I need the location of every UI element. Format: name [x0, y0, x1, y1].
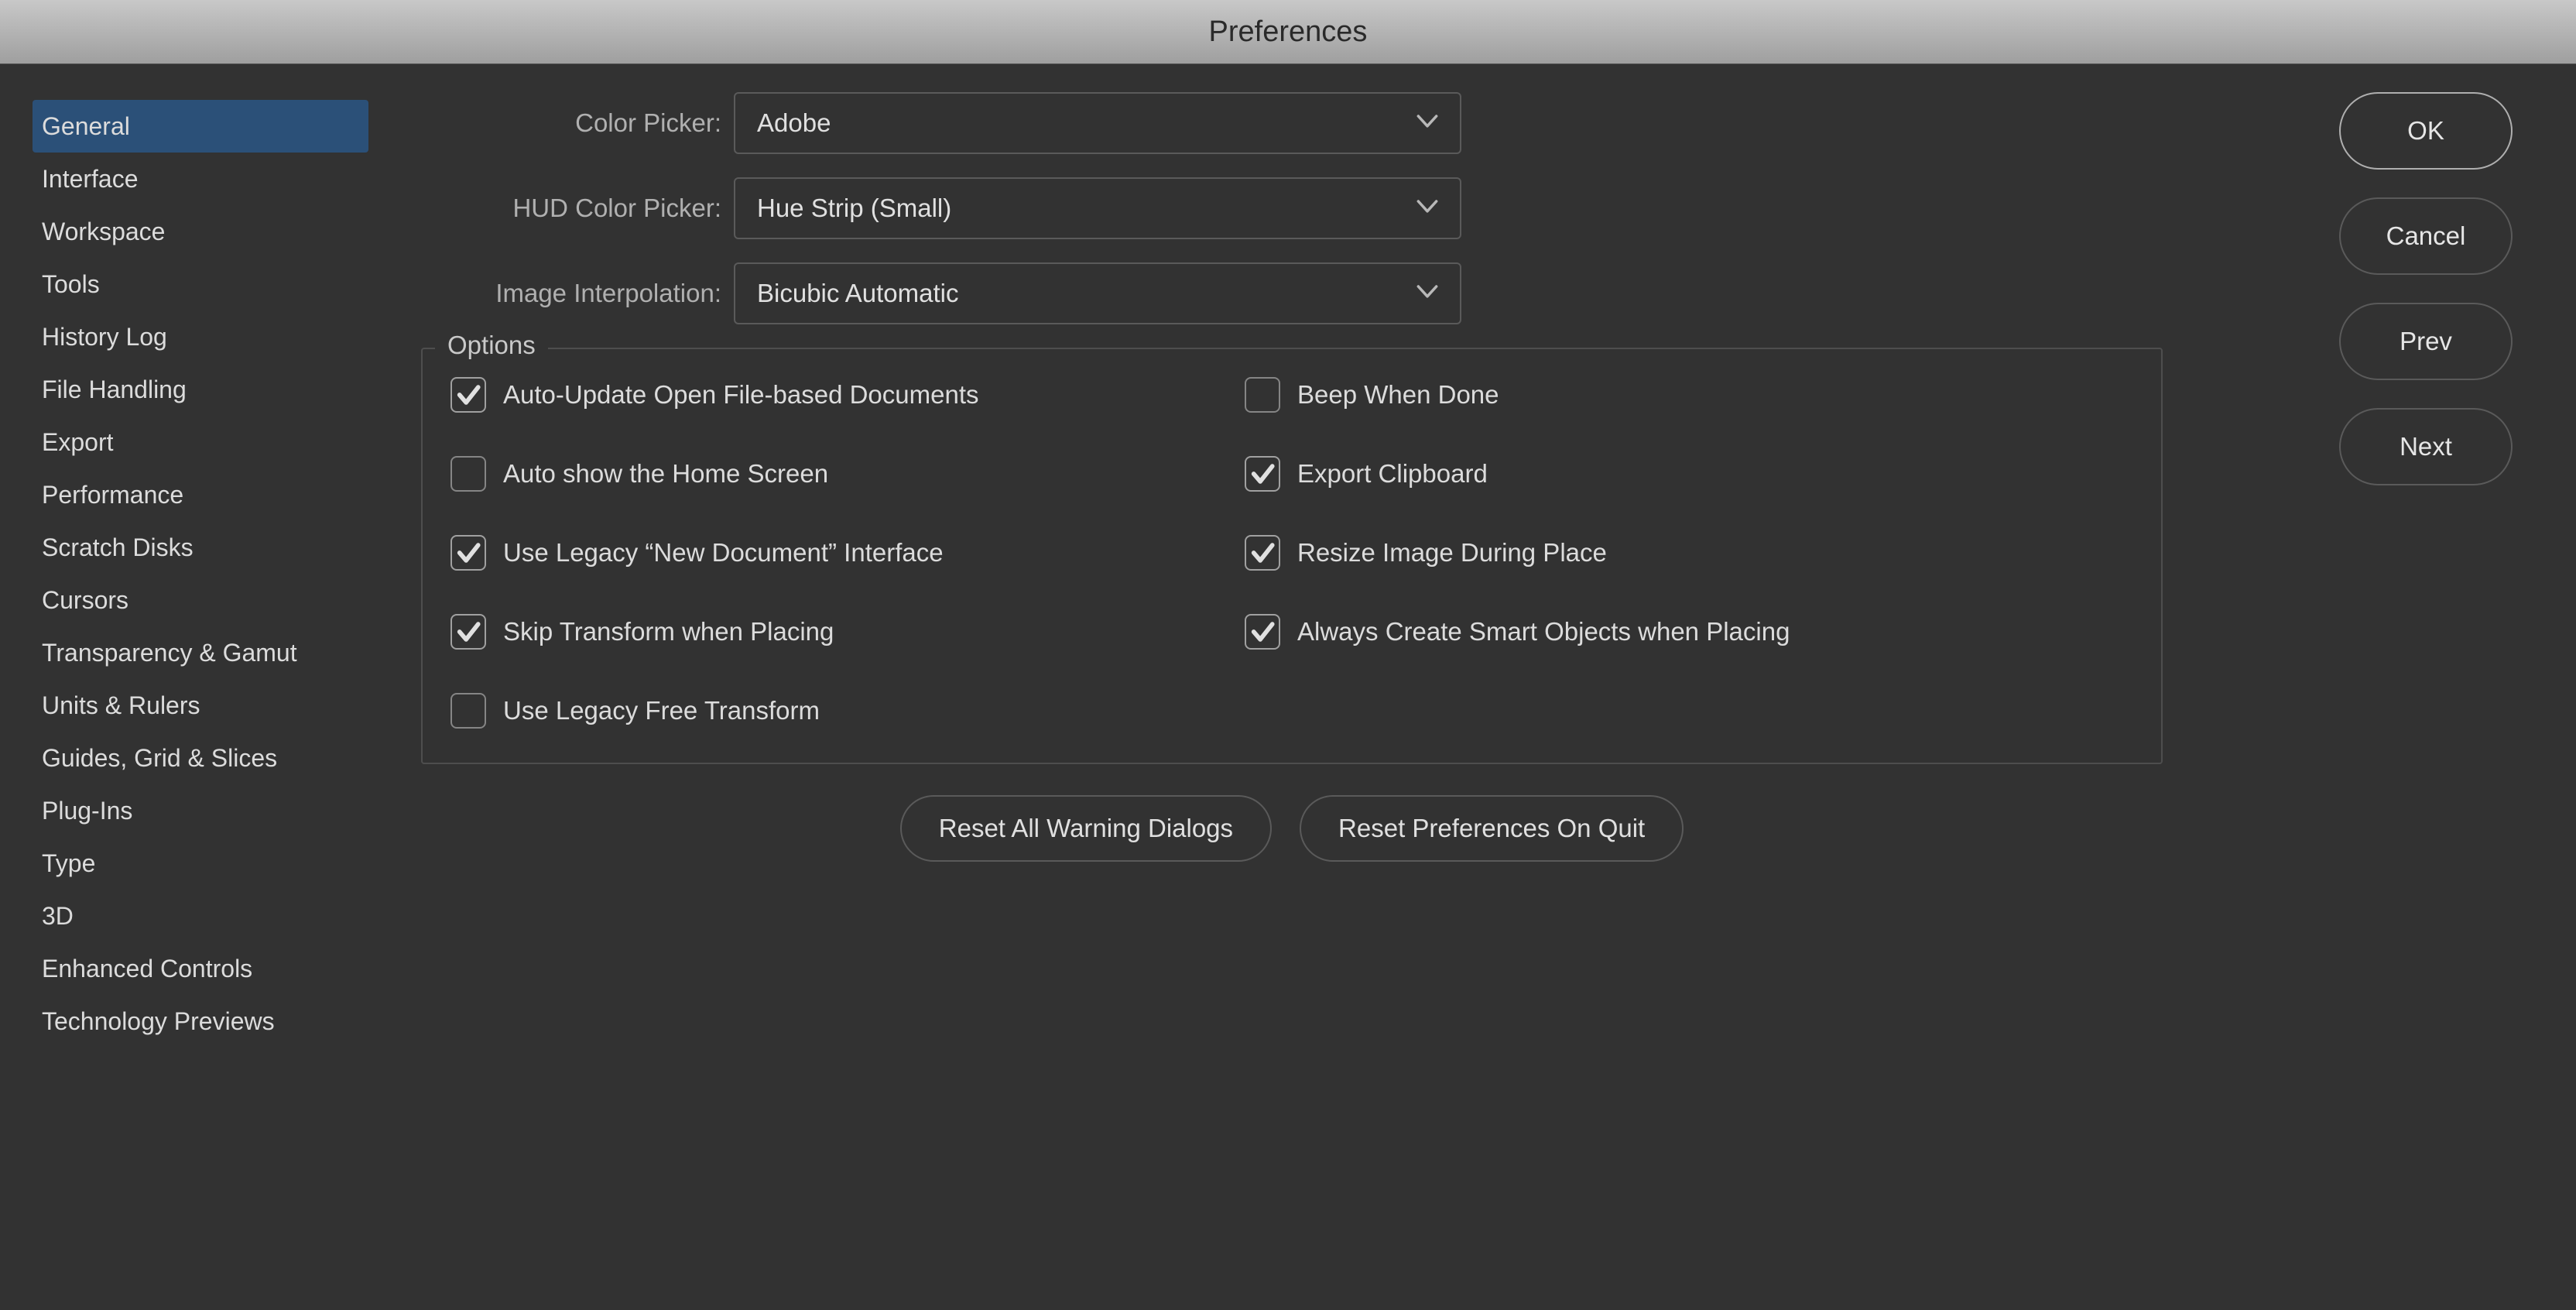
- window-title: Preferences: [0, 0, 2576, 64]
- chevron-down-icon: [1416, 114, 1438, 133]
- hud-color-picker-select[interactable]: Hue Strip (Small): [734, 177, 1461, 239]
- form-label: Image Interpolation:: [373, 279, 734, 308]
- always-create-smart-objects-checkbox[interactable]: Always Create Smart Objects when Placing: [1245, 614, 2133, 650]
- sidebar-item-performance[interactable]: Performance: [33, 468, 368, 521]
- sidebar-item-units-rulers[interactable]: Units & Rulers: [33, 679, 368, 732]
- sidebar-item-plug-ins[interactable]: Plug-Ins: [33, 784, 368, 837]
- checkbox-box: [450, 535, 486, 571]
- checkbox-label: Always Create Smart Objects when Placing: [1297, 617, 1790, 646]
- checkbox-box: [450, 614, 486, 650]
- preferences-sidebar: GeneralInterfaceWorkspaceToolsHistory Lo…: [0, 64, 373, 1310]
- options-legend: Options: [435, 331, 548, 360]
- checkbox-label: Use Legacy Free Transform: [503, 696, 820, 725]
- form-label: HUD Color Picker:: [373, 194, 734, 223]
- preferences-main: Color Picker: Adobe HUD Color Picker: Hue S…: [373, 64, 2297, 1310]
- sidebar-item-cursors[interactable]: Cursors: [33, 574, 368, 626]
- sidebar-item-enhanced-controls[interactable]: Enhanced Controls: [33, 942, 368, 995]
- select-value: Bicubic Automatic: [757, 279, 1416, 308]
- export-clipboard-checkbox[interactable]: Export Clipboard: [1245, 456, 2133, 492]
- checkbox-box: [1245, 456, 1280, 492]
- select-value: Hue Strip (Small): [757, 194, 1416, 223]
- action-buttons-column: OK Cancel Prev Next: [2339, 92, 2513, 485]
- image-interpolation-select[interactable]: Bicubic Automatic: [734, 262, 1461, 324]
- checkbox-box: [1245, 377, 1280, 413]
- ok-button[interactable]: OK: [2339, 92, 2513, 170]
- reset-buttons-row: Reset All Warning Dialogs Reset Preferen…: [421, 795, 2163, 862]
- prev-button[interactable]: Prev: [2339, 303, 2513, 380]
- next-button[interactable]: Next: [2339, 408, 2513, 485]
- form-row: Color Picker: Adobe: [373, 92, 2297, 154]
- checkbox-box: [1245, 535, 1280, 571]
- sidebar-item-export[interactable]: Export: [33, 416, 368, 468]
- options-column-right: Beep When Done Export Clipboard Resize Ima…: [1245, 377, 2133, 744]
- chevron-down-icon: [1416, 199, 1438, 218]
- checkbox-box: [450, 693, 486, 729]
- sidebar-item-interface[interactable]: Interface: [33, 153, 368, 205]
- checkbox-label: Resize Image During Place: [1297, 538, 1607, 568]
- preferences-content: GeneralInterfaceWorkspaceToolsHistory Lo…: [0, 64, 2576, 1310]
- form-row: Image Interpolation: Bicubic Automatic: [373, 262, 2297, 324]
- sidebar-item-guides-grid-slices[interactable]: Guides, Grid & Slices: [33, 732, 368, 784]
- beep-when-done-checkbox[interactable]: Beep When Done: [1245, 377, 2133, 413]
- resize-image-during-place-checkbox[interactable]: Resize Image During Place: [1245, 535, 2133, 571]
- legacy-new-document-checkbox[interactable]: Use Legacy “New Document” Interface: [450, 535, 1245, 571]
- sidebar-item-general[interactable]: General: [33, 100, 368, 153]
- sidebar-item-history-log[interactable]: History Log: [33, 310, 368, 363]
- sidebar-item-workspace[interactable]: Workspace: [33, 205, 368, 258]
- checkbox-box: [1245, 614, 1280, 650]
- sidebar-item-type[interactable]: Type: [33, 837, 368, 890]
- sidebar-item-transparency-gamut[interactable]: Transparency & Gamut: [33, 626, 368, 679]
- sidebar-item-tools[interactable]: Tools: [33, 258, 368, 310]
- reset-all-warning-dialogs-button[interactable]: Reset All Warning Dialogs: [900, 795, 1272, 862]
- sidebar-item-3d[interactable]: 3D: [33, 890, 368, 942]
- sidebar-item-scratch-disks[interactable]: Scratch Disks: [33, 521, 368, 574]
- checkbox-label: Beep When Done: [1297, 380, 1499, 410]
- form-label: Color Picker:: [373, 108, 734, 138]
- skip-transform-placing-checkbox[interactable]: Skip Transform when Placing: [450, 614, 1245, 650]
- options-column-left: Auto-Update Open File-based Documents Aut…: [450, 377, 1245, 744]
- legacy-free-transform-checkbox[interactable]: Use Legacy Free Transform: [450, 693, 1245, 729]
- checkbox-label: Use Legacy “New Document” Interface: [503, 538, 944, 568]
- sidebar-item-file-handling[interactable]: File Handling: [33, 363, 368, 416]
- checkbox-label: Auto-Update Open File-based Documents: [503, 380, 979, 410]
- options-fieldset: Options Auto-Update Open File-based Docu…: [421, 348, 2163, 764]
- checkbox-label: Skip Transform when Placing: [503, 617, 834, 646]
- checkbox-box: [450, 377, 486, 413]
- form-row: HUD Color Picker: Hue Strip (Small): [373, 177, 2297, 239]
- checkbox-label: Export Clipboard: [1297, 459, 1488, 489]
- color-picker-select[interactable]: Adobe: [734, 92, 1461, 154]
- chevron-down-icon: [1416, 284, 1438, 303]
- checkbox-label: Auto show the Home Screen: [503, 459, 828, 489]
- auto-update-documents-checkbox[interactable]: Auto-Update Open File-based Documents: [450, 377, 1245, 413]
- checkbox-box: [450, 456, 486, 492]
- cancel-button[interactable]: Cancel: [2339, 197, 2513, 275]
- auto-show-home-screen-checkbox[interactable]: Auto show the Home Screen: [450, 456, 1245, 492]
- sidebar-item-technology-previews[interactable]: Technology Previews: [33, 995, 368, 1048]
- select-value: Adobe: [757, 108, 1416, 138]
- reset-preferences-on-quit-button[interactable]: Reset Preferences On Quit: [1300, 795, 1684, 862]
